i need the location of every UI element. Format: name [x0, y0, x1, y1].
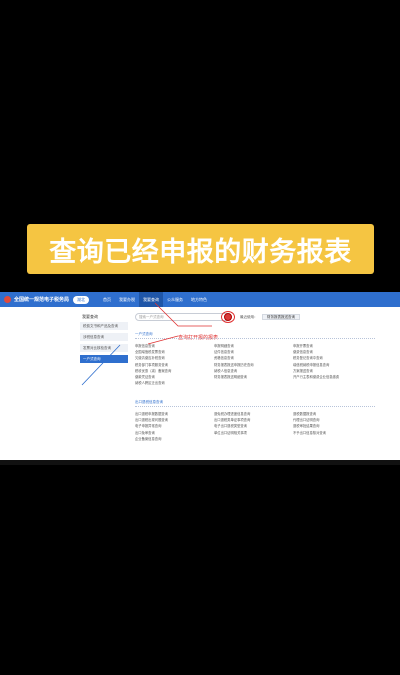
query-link[interactable]: 缴费信息查询: [293, 349, 313, 354]
query-link[interactable]: 退免税办理进度信息查询: [214, 411, 250, 416]
nav-item-local-feature[interactable]: 地方特色: [187, 292, 211, 307]
tax-emblem-icon: [4, 296, 11, 303]
query-link[interactable]: 电子申报异常查询: [135, 423, 161, 428]
highlight-circle: [221, 311, 235, 323]
query-link[interactable]: 财务报表报送明细查询: [214, 374, 247, 379]
query-link[interactable]: 方案报送查询: [293, 368, 313, 373]
query-link[interactable]: 增值税纳税申报信息查询: [293, 362, 329, 367]
query-link[interactable]: 申报明细查询: [214, 343, 234, 348]
query-link[interactable]: 出口退税出现问题查询: [135, 417, 168, 422]
sidebar-item-invoice-check[interactable]: 发票对比核检查询: [80, 344, 128, 352]
query-link[interactable]: 资格信息查询: [214, 355, 234, 360]
query-link[interactable]: 欠缴清缴应补税查询: [135, 355, 165, 360]
section-divider: [135, 338, 375, 339]
query-link[interactable]: 开户行主表和缴费企业信息缴费: [293, 374, 339, 379]
query-link[interactable]: 税务登记查询中查询: [293, 355, 323, 360]
banner-title: 查询已经申报的财务报表: [49, 236, 352, 268]
query-link[interactable]: 税务部门事项服务查询: [135, 362, 168, 367]
query-link[interactable]: 证件信息查询: [214, 349, 234, 354]
query-link[interactable]: 企业备案信息查询: [135, 436, 161, 441]
query-link[interactable]: 退税数据报查询: [293, 411, 316, 416]
query-link[interactable]: 退税审批结果查询: [293, 423, 319, 428]
query-link[interactable]: 申报开票查询: [293, 343, 313, 348]
title-banner: 查询已经申报的财务报表: [27, 224, 374, 274]
recent-chip[interactable]: 财务报表报送查询: [262, 314, 300, 320]
section-title-export-refund: 出口退税信息查询: [135, 400, 163, 404]
nav-item-public-service[interactable]: 公众服务: [163, 292, 187, 307]
site-title: 全国统一规范电子税务局: [14, 297, 70, 303]
section-divider: [135, 406, 375, 407]
query-link[interactable]: 不予出口信息核对查询: [293, 430, 326, 435]
query-link[interactable]: 税收优惠（减）备案查询: [135, 368, 171, 373]
query-link[interactable]: 出口免审查询: [135, 430, 155, 435]
query-link[interactable]: 申报信息查询: [135, 343, 155, 348]
nav-item-home[interactable]: 首页: [99, 292, 115, 307]
bottom-bar: [0, 460, 400, 465]
nav-menu: 首页 我要办税 我要查询 公众服务 地方特色: [99, 292, 211, 307]
query-link[interactable]: 缴款凭证查询: [135, 374, 155, 379]
query-link[interactable]: 出口退税类单证事项查询: [214, 417, 250, 422]
search-input[interactable]: 搜索一户式查询: [135, 313, 230, 321]
sidebar-item-documents[interactable]: 税费文书和产品及查询: [80, 322, 128, 330]
top-nav-bar: 全国统一规范电子税务局 湖北 首页 我要办税 我要查询 公众服务 地方特色: [0, 292, 400, 307]
query-link[interactable]: 财务报表报送申报历史查询: [214, 362, 254, 367]
query-link[interactable]: 纳税人信息查询: [214, 368, 237, 373]
query-link[interactable]: 单位出口证明相关事项: [214, 430, 247, 435]
recent-label: 最近使用：: [240, 315, 258, 319]
sidebar-item-one-account[interactable]: 一户式查询: [80, 355, 128, 363]
region-selector[interactable]: 湖北: [73, 295, 90, 304]
nav-item-query[interactable]: 我要查询: [139, 292, 164, 307]
sidebar-title: 我要查询: [82, 314, 98, 319]
query-link[interactable]: 出口退税申报数据查询: [135, 411, 168, 416]
tax-bureau-screenshot: 全国统一规范电子税务局 湖北 首页 我要办税 我要查询 公众服务 地方特色 我要…: [0, 292, 400, 460]
query-link[interactable]: 全国增值税发票查询: [135, 349, 165, 354]
query-link[interactable]: 纳税人跨区迁出查询: [135, 380, 165, 385]
sidebar-item-tax-info[interactable]: 涉税信息查询: [80, 333, 128, 341]
section-title-one-account: 一户式查询: [135, 332, 153, 336]
nav-item-do-tax[interactable]: 我要办税: [115, 292, 139, 307]
query-link[interactable]: 电子出口退税类型查询: [214, 423, 247, 428]
query-link[interactable]: 代理出口证明查询: [293, 417, 319, 422]
